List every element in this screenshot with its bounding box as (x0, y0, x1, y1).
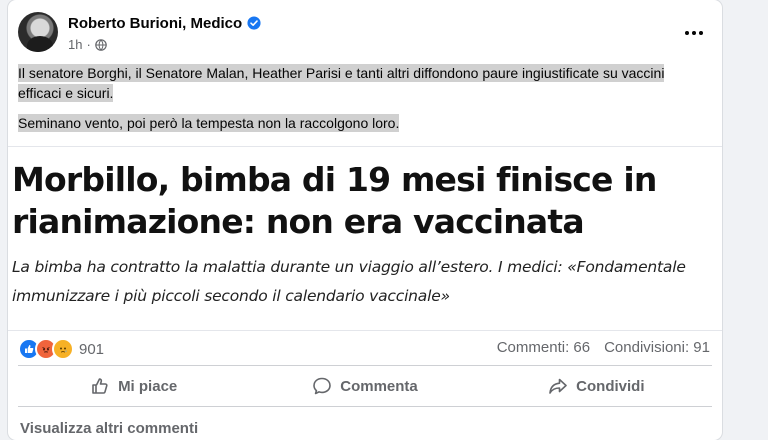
comment-button-label: Commenta (340, 377, 418, 395)
divider (18, 365, 712, 366)
view-more-comments-link[interactable]: Visualizza altri commenti (20, 420, 198, 437)
comment-button[interactable]: Commenta (249, 368, 480, 404)
like-button-label: Mi piace (118, 377, 178, 395)
author-name[interactable]: Roberto Burioni, Medico (68, 15, 242, 32)
reaction-count: 901 (79, 340, 105, 358)
share-button-label: Condividi (576, 377, 645, 395)
share-button[interactable]: Condividi (481, 368, 712, 404)
globe-icon[interactable] (95, 38, 107, 51)
reactions-summary[interactable]: 901 (18, 338, 104, 360)
post-timestamp[interactable]: 1h (68, 37, 82, 52)
comment-bubble-icon (313, 377, 332, 395)
verified-badge-icon (247, 16, 261, 30)
share-arrow-icon (549, 378, 567, 394)
post-paragraph-1: Il senatore Borghi, il Senatore Malan, H… (18, 64, 665, 102)
post-paragraph-2: Seminano vento, poi però la tempesta non… (18, 114, 400, 132)
shared-article[interactable]: Morbillo, bimba di 19 mesi finisce in ri… (8, 146, 722, 331)
more-options-button[interactable] (680, 22, 708, 44)
post-header: Roberto Burioni, Medico 1h · (18, 12, 722, 56)
divider (18, 406, 712, 407)
shares-count[interactable]: Condivisioni: 91 (604, 339, 710, 356)
sad-reaction-icon (52, 338, 74, 360)
post-stats: 901 Commenti: 66 Condivisioni: 91 (8, 330, 722, 364)
meta-separator: · (86, 37, 91, 52)
article-headline: Morbillo, bimba di 19 mesi finisce in ri… (12, 160, 657, 241)
comments-count[interactable]: Commenti: 66 (497, 339, 590, 356)
more-dot-icon (692, 31, 696, 35)
engagement-counts: Commenti: 66 Condivisioni: 91 (497, 339, 710, 356)
author-line: Roberto Burioni, Medico (68, 14, 261, 32)
article-subheadline: La bimba ha contratto la malattia durant… (12, 258, 686, 305)
post-card: Roberto Burioni, Medico 1h · Il senatore… (8, 0, 722, 440)
avatar[interactable] (18, 12, 58, 52)
more-dot-icon (685, 31, 689, 35)
post-meta: 1h · (68, 37, 107, 52)
thumbs-up-icon (92, 378, 108, 394)
post-actions: Mi piace Commenta Condividi (18, 368, 712, 404)
like-button[interactable]: Mi piace (18, 368, 249, 404)
more-dot-icon (699, 31, 703, 35)
post-text: Il senatore Borghi, il Senatore Malan, H… (18, 63, 708, 143)
